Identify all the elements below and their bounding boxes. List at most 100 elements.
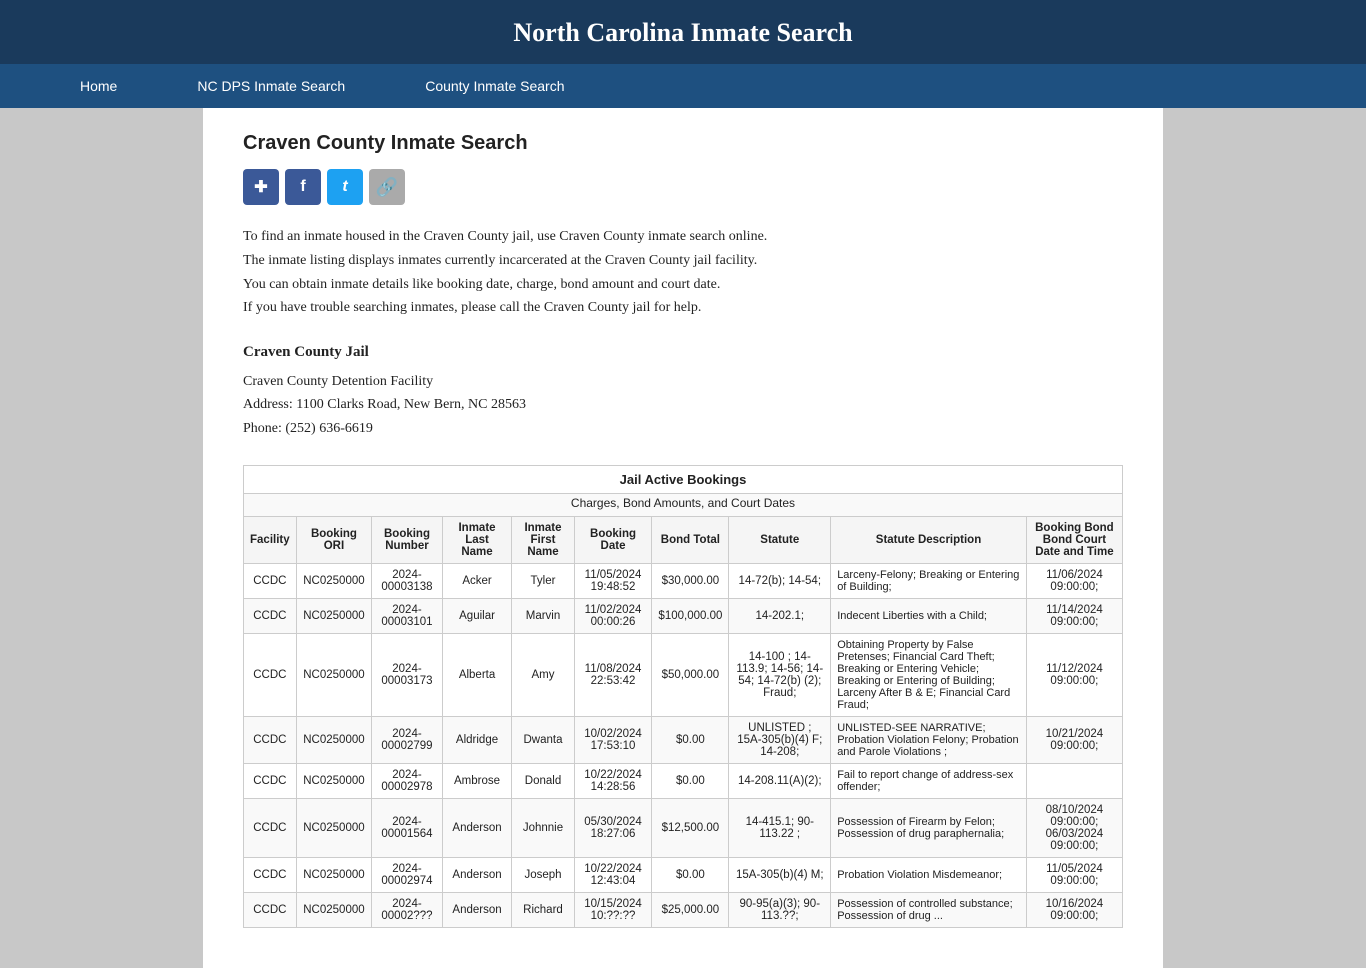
cell-facility: CCDC	[244, 799, 297, 858]
cell-booking-number: 2024-00003173	[372, 634, 442, 717]
col-first-name: Inmate First Name	[512, 517, 574, 564]
cell-booking-date: 11/08/2024 22:53:42	[574, 634, 652, 717]
cell-description: Obtaining Property by False Pretenses; F…	[831, 634, 1027, 717]
cell-first-name: Donald	[512, 764, 574, 799]
col-last-name: Inmate Last Name	[442, 517, 512, 564]
table-sub-title: Charges, Bond Amounts, and Court Dates	[244, 494, 1123, 517]
cell-booking-date: 10/22/2024 12:43:04	[574, 858, 652, 893]
cell-ori: NC0250000	[296, 717, 372, 764]
cell-ori: NC0250000	[296, 564, 372, 599]
cell-bond-total: $50,000.00	[652, 634, 729, 717]
cell-last-name: Aldridge	[442, 717, 512, 764]
twitter-share-button[interactable]: t	[327, 169, 363, 205]
nav-home[interactable]: Home	[40, 64, 157, 108]
table-row: CCDCNC02500002024-00002???AndersonRichar…	[244, 893, 1123, 928]
cell-ori: NC0250000	[296, 599, 372, 634]
cell-first-name: Tyler	[512, 564, 574, 599]
cell-booking-date: 11/05/2024 19:48:52	[574, 564, 652, 599]
nav-county[interactable]: County Inmate Search	[385, 64, 604, 108]
jail-address: Address: 1100 Clarks Road, New Bern, NC …	[243, 393, 1123, 417]
cell-facility: CCDC	[244, 634, 297, 717]
facebook-share-button[interactable]: f	[285, 169, 321, 205]
cell-court-date	[1026, 764, 1122, 799]
copy-link-button[interactable]: 🔗	[369, 169, 405, 205]
cell-first-name: Joseph	[512, 858, 574, 893]
cell-court-date: 10/21/2024 09:00:00;	[1026, 717, 1122, 764]
cell-statute: 14-208.11(A)(2);	[729, 764, 831, 799]
cell-ori: NC0250000	[296, 634, 372, 717]
cell-court-date: 11/06/2024 09:00:00;	[1026, 564, 1122, 599]
col-court-date: Booking Bond Bond Court Date and Time	[1026, 517, 1122, 564]
cell-booking-date: 10/15/2024 10:??:??	[574, 893, 652, 928]
cell-bond-total: $12,500.00	[652, 799, 729, 858]
cell-ori: NC0250000	[296, 893, 372, 928]
cell-first-name: Richard	[512, 893, 574, 928]
cell-court-date: 11/12/2024 09:00:00;	[1026, 634, 1122, 717]
jail-phone: Phone: (252) 636-6619	[243, 417, 1123, 441]
cell-booking-number: 2024-00002974	[372, 858, 442, 893]
cell-bond-total: $0.00	[652, 858, 729, 893]
cell-facility: CCDC	[244, 893, 297, 928]
table-row: CCDCNC02500002024-00003101AguilarMarvin1…	[244, 599, 1123, 634]
description-block: To find an inmate housed in the Craven C…	[243, 225, 1123, 320]
jail-title: Craven County Jail	[243, 340, 1123, 366]
cell-ori: NC0250000	[296, 858, 372, 893]
col-statute: Statute	[729, 517, 831, 564]
col-ori: Booking ORI	[296, 517, 372, 564]
table-row: CCDCNC02500002024-00003138AckerTyler11/0…	[244, 564, 1123, 599]
desc-line-2: The inmate listing displays inmates curr…	[243, 249, 1123, 273]
cell-court-date: 11/05/2024 09:00:00;	[1026, 858, 1122, 893]
cell-last-name: Anderson	[442, 858, 512, 893]
cell-court-date: 11/14/2024 09:00:00;	[1026, 599, 1122, 634]
cell-description: Indecent Liberties with a Child;	[831, 599, 1027, 634]
cell-description: Probation Violation Misdemeanor;	[831, 858, 1027, 893]
site-title: North Carolina Inmate Search	[0, 18, 1366, 48]
cell-last-name: Anderson	[442, 893, 512, 928]
cell-first-name: Dwanta	[512, 717, 574, 764]
cell-facility: CCDC	[244, 599, 297, 634]
cell-booking-date: 05/30/2024 18:27:06	[574, 799, 652, 858]
cell-booking-date: 11/02/2024 00:00:26	[574, 599, 652, 634]
cell-bond-total: $0.00	[652, 717, 729, 764]
cell-booking-date: 10/22/2024 14:28:56	[574, 764, 652, 799]
cell-booking-number: 2024-00002???	[372, 893, 442, 928]
desc-line-1: To find an inmate housed in the Craven C…	[243, 225, 1123, 249]
cell-facility: CCDC	[244, 717, 297, 764]
cell-booking-number: 2024-00003138	[372, 564, 442, 599]
cell-description: UNLISTED-SEE NARRATIVE; Probation Violat…	[831, 717, 1027, 764]
cell-last-name: Ambrose	[442, 764, 512, 799]
cell-booking-number: 2024-00003101	[372, 599, 442, 634]
cell-bond-total: $25,000.00	[652, 893, 729, 928]
cell-statute: UNLISTED ; 15A-305(b)(4) F; 14-208;	[729, 717, 831, 764]
cell-booking-number: 2024-00002799	[372, 717, 442, 764]
cell-ori: NC0250000	[296, 764, 372, 799]
cell-bond-total: $0.00	[652, 764, 729, 799]
share-button[interactable]: ✚	[243, 169, 279, 205]
table-row: CCDCNC02500002024-00002978AmbroseDonald1…	[244, 764, 1123, 799]
cell-booking-date: 10/02/2024 17:53:10	[574, 717, 652, 764]
bookings-table-section: Jail Active Bookings Charges, Bond Amoun…	[243, 465, 1123, 928]
col-booking-number: Booking Number	[372, 517, 442, 564]
cell-first-name: Amy	[512, 634, 574, 717]
cell-statute: 14-202.1;	[729, 599, 831, 634]
cell-booking-number: 2024-00002978	[372, 764, 442, 799]
cell-description: Possession of controlled substance; Poss…	[831, 893, 1027, 928]
cell-description: Fail to report change of address-sex off…	[831, 764, 1027, 799]
cell-statute: 90-95(a)(3); 90-113.??;	[729, 893, 831, 928]
main-nav: Home NC DPS Inmate Search County Inmate …	[0, 64, 1366, 108]
cell-facility: CCDC	[244, 764, 297, 799]
cell-last-name: Aguilar	[442, 599, 512, 634]
table-row: CCDCNC02500002024-00003173AlbertaAmy11/0…	[244, 634, 1123, 717]
nav-nc-dps[interactable]: NC DPS Inmate Search	[157, 64, 385, 108]
site-header: North Carolina Inmate Search	[0, 0, 1366, 64]
cell-last-name: Alberta	[442, 634, 512, 717]
col-statute-description: Statute Description	[831, 517, 1027, 564]
cell-facility: CCDC	[244, 858, 297, 893]
table-row: CCDCNC02500002024-00002974AndersonJoseph…	[244, 858, 1123, 893]
cell-first-name: Marvin	[512, 599, 574, 634]
cell-description: Possession of Firearm by Felon; Possessi…	[831, 799, 1027, 858]
col-facility: Facility	[244, 517, 297, 564]
table-row: CCDCNC02500002024-00002799AldridgeDwanta…	[244, 717, 1123, 764]
table-main-title: Jail Active Bookings	[244, 466, 1123, 494]
table-row: CCDCNC02500002024-00001564AndersonJohnni…	[244, 799, 1123, 858]
